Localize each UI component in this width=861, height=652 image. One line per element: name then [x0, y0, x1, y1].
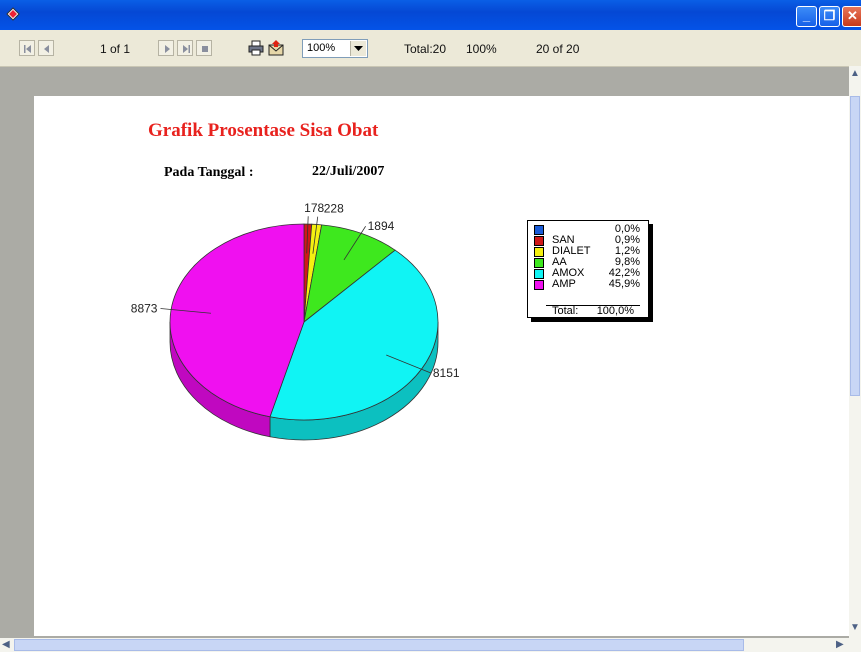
zoom-value: 100% [307, 42, 336, 54]
stop-button[interactable] [196, 40, 212, 56]
total-records: Total:20 [404, 42, 447, 56]
legend-item: AMP 45,9% [534, 279, 646, 291]
restore-button[interactable]: ❐ [819, 6, 840, 27]
legend-percent: 45,9% [608, 278, 640, 290]
percent-read: 100% [466, 42, 497, 56]
record-indicator: 20 of 20 [536, 42, 580, 56]
chevron-down-icon [354, 46, 363, 51]
data-label: 1894 [368, 219, 395, 233]
vertical-scrollbar[interactable]: ▲ ▼ [849, 66, 861, 638]
title-bar: _ ❐ ✕ [0, 0, 861, 30]
report-toolbar: 1 of 1 100% Total:20 100% 20 of 20 [0, 30, 861, 67]
zoom-dropdown-arrow[interactable] [350, 41, 366, 56]
legend-total-label: Total: [552, 305, 579, 317]
data-label: 8151 [433, 366, 460, 380]
scroll-left-icon[interactable]: ◀ [2, 639, 10, 650]
prev-page-button[interactable] [38, 40, 54, 56]
last-page-icon [183, 45, 190, 53]
zoom-select[interactable]: 100% [302, 39, 368, 58]
legend-swatch [534, 269, 544, 279]
legend-label: AMP [552, 278, 576, 290]
stop-icon [202, 46, 208, 52]
report-page: Grafik Prosentase Sisa Obat Pada Tanggal… [34, 96, 849, 636]
prev-page-icon [44, 45, 49, 53]
next-page-icon [165, 45, 170, 53]
vertical-scroll-thumb[interactable] [850, 96, 860, 396]
scroll-right-icon[interactable]: ▶ [836, 639, 844, 650]
printer-icon [248, 40, 264, 56]
legend-swatch [534, 280, 544, 290]
legend-swatch [534, 225, 544, 235]
legend-total: Total: 100,0% [546, 305, 640, 317]
export-button[interactable] [268, 40, 284, 56]
first-page-icon [24, 45, 31, 53]
last-page-button[interactable] [177, 40, 193, 56]
legend-swatch [534, 247, 544, 257]
pie-chart: 178 228 1894 8151 8873 [131, 201, 460, 441]
next-page-button[interactable] [158, 40, 174, 56]
close-button[interactable]: ✕ [842, 6, 861, 27]
legend-swatch [534, 258, 544, 268]
data-label: 8873 [131, 301, 158, 315]
page-indicator: 1 of 1 [100, 42, 131, 56]
legend-swatch [534, 236, 544, 246]
first-page-button[interactable] [19, 40, 35, 56]
data-label: 228 [324, 202, 344, 216]
print-button[interactable] [248, 40, 264, 56]
data-label: 178 [304, 201, 324, 215]
minimize-button[interactable]: _ [796, 6, 817, 27]
app-icon [6, 7, 20, 21]
scroll-up-icon[interactable]: ▲ [850, 68, 860, 79]
scroll-down-icon[interactable]: ▼ [850, 622, 860, 633]
horizontal-scroll-thumb[interactable] [14, 639, 744, 651]
horizontal-scrollbar[interactable]: ◀ ▶ [0, 638, 861, 652]
legend-total-value: 100,0% [596, 305, 634, 317]
chart-legend: 0,0% SAN 0,9% DIALET 1,2% AA 9,8% AMOX 42,2% AMP 4… [527, 220, 649, 318]
envelope-export-icon [268, 40, 284, 56]
